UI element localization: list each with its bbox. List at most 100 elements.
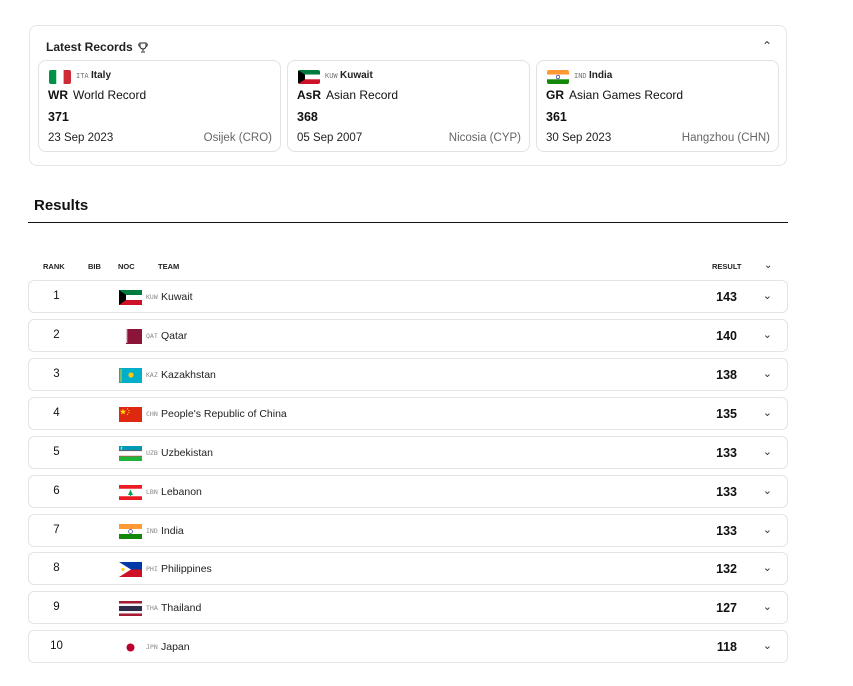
table-row[interactable]: 7 IND India 133 ⌄ [28,514,788,547]
record-value: 371 [48,110,69,124]
record-date: 05 Sep 2007 [297,132,363,144]
results-title: Results [34,197,89,214]
row-noc: UZB [146,449,158,457]
record-value: 368 [297,110,318,124]
row-rank: 5 [53,446,60,458]
collapse-chevron-icon[interactable]: ⌃ [762,39,772,53]
trophy-icon [138,42,148,53]
record-name: Asian Games Record [569,88,684,102]
row-result: 127 [716,601,737,615]
chevron-down-icon[interactable]: ⌄ [763,367,772,380]
header-bib: BIB [88,262,101,271]
expand-all-chevron-icon[interactable]: ⌄ [764,260,772,271]
record-card-world[interactable]: ITA Italy WR World Record 371 23 Sep 2023… [38,60,281,152]
row-team: Kuwait [161,291,193,303]
latest-records-title: Latest Records [46,40,133,54]
record-value: 361 [546,110,567,124]
row-result: 143 [716,290,737,304]
table-row[interactable]: 4 CHN People's Republic of China 135 ⌄ [28,397,788,430]
row-rank: 6 [53,485,60,497]
record-country: India [589,70,613,81]
flag-india-icon [119,524,142,539]
row-rank: 7 [53,524,60,536]
table-row[interactable]: 3 KAZ Kazakhstan 138 ⌄ [28,358,788,391]
record-date: 30 Sep 2023 [546,132,612,144]
table-row[interactable]: 6 LBN Lebanon 133 ⌄ [28,475,788,508]
flag-india-icon [547,70,569,84]
chevron-down-icon[interactable]: ⌄ [763,484,772,497]
row-noc: THA [146,604,158,612]
row-team: Qatar [161,330,188,342]
row-rank: 9 [53,601,60,613]
latest-records-panel: Latest Records ⌃ ITA Italy WR World Recor… [29,25,787,166]
row-result: 133 [716,485,737,499]
chevron-down-icon[interactable]: ⌄ [763,639,772,652]
row-team: Uzbekistan [161,447,213,459]
row-result: 138 [716,368,737,382]
chevron-down-icon[interactable]: ⌄ [763,445,772,458]
record-abbr: AsR [297,88,322,102]
flag-kuwait-icon [298,70,320,84]
flag-uzbekistan-icon [119,446,142,461]
table-row[interactable]: 10 JPN Japan 118 ⌄ [28,630,788,663]
flag-japan-icon [119,640,142,655]
record-name: Asian Record [326,88,399,102]
flag-kazakhstan-icon [119,368,142,383]
row-team: Philippines [161,563,212,575]
flag-philippines-icon [119,562,142,577]
table-row[interactable]: 2 QAT Qatar 140 ⌄ [28,319,788,352]
row-result: 133 [716,446,737,460]
record-date: 23 Sep 2023 [48,132,114,144]
flag-italy-icon [49,70,71,84]
record-country: Italy [91,70,112,81]
record-name: World Record [73,88,147,102]
row-team: People's Republic of China [161,408,287,420]
record-noc: IND [574,72,587,80]
chevron-down-icon[interactable]: ⌄ [763,328,772,341]
flag-kuwait-icon [119,290,142,305]
record-noc: KUW [325,72,338,80]
record-place: Nicosia (CYP) [448,132,521,144]
flag-lebanon-icon [119,485,142,500]
row-result: 133 [716,524,737,538]
header-noc: NOC [118,262,135,271]
row-result: 132 [716,562,737,576]
row-team: Japan [161,641,190,653]
chevron-down-icon[interactable]: ⌄ [763,561,772,574]
row-noc: LBN [146,488,158,496]
header-rank: RANK [43,262,65,271]
table-row[interactable]: 1 KUW Kuwait 143 ⌄ [28,280,788,313]
row-noc: IND [146,527,158,535]
chevron-down-icon[interactable]: ⌄ [763,406,772,419]
record-country: Kuwait [340,70,373,81]
row-noc: KUW [146,293,158,301]
record-place: Osijek (CRO) [203,132,272,144]
row-noc: PHI [146,565,158,573]
record-card-asian[interactable]: KUW Kuwait AsR Asian Record 368 05 Sep 20… [287,60,530,152]
chevron-down-icon[interactable]: ⌄ [763,600,772,613]
record-abbr: GR [546,88,564,102]
table-row[interactable]: 9 THA Thailand 127 ⌄ [28,591,788,624]
table-row[interactable]: 8 PHI Philippines 132 ⌄ [28,552,788,585]
row-rank: 2 [53,329,60,341]
row-rank: 3 [53,368,60,380]
header-result: RESULT [712,262,742,271]
record-type: GR Asian Games Record [546,88,683,102]
row-rank: 8 [53,562,60,574]
row-team: Thailand [161,602,202,614]
record-card-games[interactable]: IND India GR Asian Games Record 361 30 Se… [536,60,779,152]
row-team: Kazakhstan [161,369,216,381]
row-rank: 10 [50,640,63,652]
table-row[interactable]: 5 UZB Uzbekistan 133 ⌄ [28,436,788,469]
results-table-header: RANK BIB NOC TEAM RESULT ⌄ [28,260,788,274]
record-place: Hangzhou (CHN) [681,132,770,144]
record-noc: ITA [76,72,89,80]
flag-thailand-icon [119,601,142,616]
record-abbr: WR [48,88,68,102]
latest-records-header[interactable]: Latest Records [46,40,148,54]
row-result: 118 [716,640,737,654]
chevron-down-icon[interactable]: ⌄ [763,523,772,536]
flag-qatar-icon [119,329,142,344]
row-noc: JPN [146,643,158,651]
chevron-down-icon[interactable]: ⌄ [763,289,772,302]
